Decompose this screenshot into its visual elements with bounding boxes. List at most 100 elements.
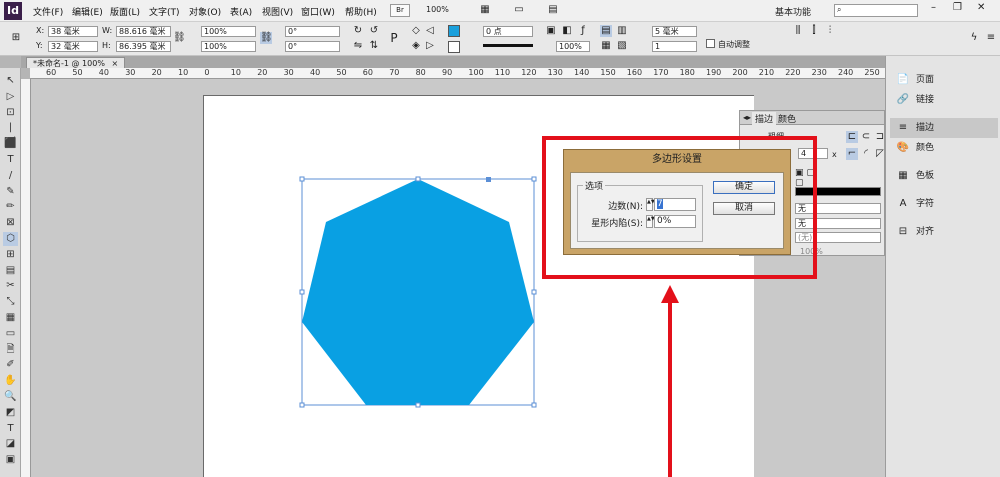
tool-0-icon[interactable]: ↖ xyxy=(3,74,18,88)
scale-x-field[interactable]: 100% xyxy=(201,26,256,37)
select-next-icon[interactable]: ▷ xyxy=(424,40,436,52)
rotate-field[interactable]: 0° xyxy=(285,26,340,37)
tool-11-icon[interactable]: ⊞ xyxy=(3,248,18,262)
tool-10-icon[interactable]: ⬡ xyxy=(3,232,18,246)
dock-item-2[interactable]: ≡ 描边 xyxy=(890,118,998,138)
text-wrap-none-icon[interactable]: ▤ xyxy=(600,25,612,37)
tool-9-icon[interactable]: ⊠ xyxy=(3,216,18,230)
stroke-weight-field[interactable]: 0 点 xyxy=(483,26,533,37)
tool-18-icon[interactable]: ✐ xyxy=(3,358,18,372)
select-content-icon[interactable]: ◈ xyxy=(410,40,422,52)
menu-type[interactable]: 文字(T) xyxy=(149,5,180,18)
panel-menu-icon[interactable]: ≡ xyxy=(985,32,997,44)
tool-17-icon[interactable]: 🗎 xyxy=(3,343,18,357)
distribute-icon-2[interactable]: ⫿ xyxy=(808,25,820,37)
tool-3-icon[interactable]: |↔| xyxy=(3,121,18,147)
tool-22-icon[interactable]: T xyxy=(3,422,18,436)
dock-item-6[interactable]: ⊟ 对齐 xyxy=(890,222,998,242)
tool-2-icon[interactable]: ⊡ xyxy=(3,106,18,120)
dock-item-3[interactable]: 🎨 颜色 xyxy=(890,138,998,158)
bridge-button[interactable]: Br xyxy=(390,4,410,17)
dock-item-0[interactable]: 📄 页面 xyxy=(890,70,998,90)
shear-field[interactable]: 0° xyxy=(285,41,340,52)
tab-color[interactable]: 颜色 xyxy=(778,112,796,125)
screen-mode-icon[interactable]: ▭ xyxy=(513,4,525,16)
horizontal-ruler[interactable]: 60 50 40 30 20 10 0 10 20 30 40 50 60 70 80 90 100 110 120… xyxy=(30,68,885,79)
select-container-icon[interactable]: ◇ xyxy=(410,25,422,37)
stroke-panel-collapse-icon[interactable]: ◂▸ xyxy=(743,113,751,122)
stroke-type-preview[interactable] xyxy=(483,44,533,47)
effects-icon[interactable]: ◧ xyxy=(561,25,573,37)
tool-8-icon[interactable]: ✏ xyxy=(3,200,18,214)
close-button[interactable]: ✕ xyxy=(977,2,985,13)
tool-7-icon[interactable]: ✎ xyxy=(3,185,18,199)
zoom-level[interactable]: 100% xyxy=(426,5,449,14)
menu-view[interactable]: 视图(V) xyxy=(262,5,293,18)
tool-24-icon[interactable]: ▣ xyxy=(3,453,18,467)
stroke-offset-field[interactable]: 5 毫米 xyxy=(652,26,697,37)
menu-object[interactable]: 对象(O) xyxy=(189,5,221,18)
menu-table[interactable]: 表(A) xyxy=(230,5,252,18)
y-field[interactable]: 32 毫米 xyxy=(48,41,98,52)
menu-file[interactable]: 文件(F) xyxy=(33,5,63,18)
rotate-cw-icon[interactable]: ↻ xyxy=(352,25,364,37)
select-previous-icon[interactable]: ◁ xyxy=(424,25,436,37)
menu-window[interactable]: 窗口(W) xyxy=(301,5,335,18)
opacity-field[interactable]: 100% xyxy=(556,41,590,52)
tool-5-icon[interactable]: T xyxy=(3,153,18,167)
link-scale-icon[interactable]: ⛓ xyxy=(260,32,273,44)
join-round-icon[interactable]: ◜ xyxy=(860,148,872,160)
tab-stroke[interactable]: 描边 xyxy=(752,112,777,125)
lightning-icon[interactable]: ϟ xyxy=(968,32,980,44)
h-field[interactable]: 86.395 毫米 xyxy=(116,41,171,52)
vertical-ruler[interactable] xyxy=(21,79,31,477)
corner-size-field[interactable]: 1 xyxy=(652,41,697,52)
close-tab-icon[interactable]: × xyxy=(111,59,118,68)
menu-layout[interactable]: 版面(L) xyxy=(110,5,140,18)
flip-v-icon[interactable]: ⇅ xyxy=(368,40,380,52)
reference-point-icon[interactable]: ⊞ xyxy=(10,32,22,44)
cap-butt-icon[interactable]: ⊏ xyxy=(846,131,858,143)
heptagon-shape-canvas[interactable] xyxy=(296,174,542,412)
tool-15-icon[interactable]: ▦ xyxy=(3,311,18,325)
tool-1-icon[interactable]: ▷ xyxy=(3,90,18,104)
tool-23-icon[interactable]: ◪ xyxy=(3,437,18,451)
scale-y-field[interactable]: 100% xyxy=(201,41,256,52)
fill-swatch[interactable] xyxy=(448,25,460,37)
help-search-input[interactable]: ⌕ xyxy=(834,4,918,17)
tool-20-icon[interactable]: 🔍 xyxy=(3,390,18,404)
drop-shadow-icon[interactable]: ▣ xyxy=(545,25,557,37)
fx-icon[interactable]: ƒ xyxy=(577,25,589,37)
align-center-icon[interactable]: ▧ xyxy=(616,40,628,52)
join-miter-icon[interactable]: ⌐ xyxy=(846,148,858,160)
tool-14-icon[interactable]: ⤡ xyxy=(3,295,18,309)
cap-round-icon[interactable]: ⊂ xyxy=(860,131,872,143)
x-field[interactable]: 38 毫米 xyxy=(48,26,98,37)
w-field[interactable]: 88.616 毫米 xyxy=(116,26,171,37)
arrange-documents-icon[interactable]: ▤ xyxy=(547,4,559,16)
menu-edit[interactable]: 编辑(E) xyxy=(72,5,103,18)
restore-button[interactable]: ❐ xyxy=(953,2,962,13)
constrain-proportions-icon[interactable]: ⛓ xyxy=(173,32,186,44)
tool-19-icon[interactable]: ✋ xyxy=(3,374,18,388)
workspace-switcher[interactable]: 基本功能 xyxy=(775,5,811,18)
tool-16-icon[interactable]: ▭ xyxy=(3,327,18,341)
tool-21-icon[interactable]: ◩ xyxy=(3,406,18,420)
flip-h-icon[interactable]: ⇋ xyxy=(352,40,364,52)
tool-12-icon[interactable]: ▤ xyxy=(3,264,18,278)
text-wrap-box-icon[interactable]: ▥ xyxy=(616,25,628,37)
menu-help[interactable]: 帮助(H) xyxy=(345,5,377,18)
minimize-button[interactable]: – xyxy=(931,2,936,13)
dock-item-4[interactable]: ▦ 色板 xyxy=(890,166,998,186)
view-options-icon[interactable]: ▦ xyxy=(479,4,491,16)
tool-13-icon[interactable]: ✂ xyxy=(3,279,18,293)
distribute-icon-3[interactable]: ⫶ xyxy=(824,25,836,37)
rotate-ccw-icon[interactable]: ↺ xyxy=(368,25,380,37)
dock-item-5[interactable]: A 字符 xyxy=(890,194,998,214)
document-tab[interactable]: *未命名-1 @ 100% × xyxy=(26,57,126,68)
auto-fit-checkbox[interactable] xyxy=(706,39,715,48)
dock-item-1[interactable]: 🔗 链接 xyxy=(890,90,998,110)
tool-6-icon[interactable]: / xyxy=(3,169,18,183)
distribute-icon-1[interactable]: ⫼ xyxy=(792,25,804,37)
tool-4-icon[interactable]: ⬛ xyxy=(3,137,18,151)
